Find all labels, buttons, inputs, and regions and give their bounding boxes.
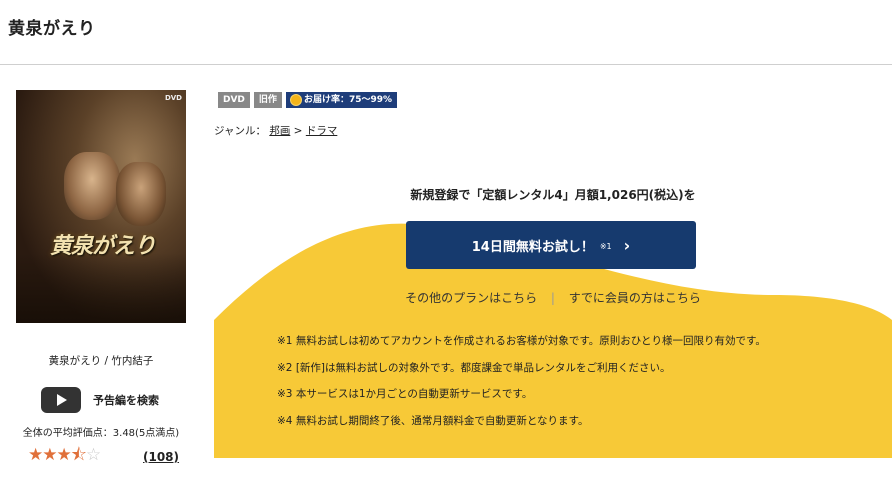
note-1: ※1 無料お試しは初めてアカウントを作成されるお客様が対象です。原則おひとり様一… <box>277 335 766 347</box>
genre-label: ジャンル： <box>214 125 266 137</box>
cover-shadow-band <box>16 253 186 323</box>
genre-breadcrumb: ジャンル： 邦画 > ドラマ <box>214 123 337 138</box>
promo-headline: 新規登録で「定額レンタル4」月額1,026円(税込)を <box>410 188 696 202</box>
link-separator: | <box>550 291 555 305</box>
note-2: ※2 [新作]は無料お試しの対象外です。都度課金で単品レンタルをご利用ください。 <box>277 361 671 374</box>
item-caption: 黄泉がえり / 竹内結子 <box>48 355 154 367</box>
genre-link-hougaku[interactable]: 邦画 <box>269 125 290 137</box>
badge-delivery-rate: お届け率：75〜99% <box>285 92 398 108</box>
genre-link-drama[interactable]: ドラマ <box>306 125 338 137</box>
note-3: ※3 本サービスは1か月ごとの自動更新サービスです。 <box>277 388 533 400</box>
badge-old-release: 旧作 <box>253 92 282 108</box>
promo-notes: ※1 無料お試しは初めてアカウントを作成されるお客様が対象です。原則おひとり様一… <box>277 328 766 434</box>
dvd-cover-image[interactable]: DVD 黄泉がえり <box>16 90 186 323</box>
free-trial-label: 14日間無料お試し！ <box>471 239 594 255</box>
free-trial-note: ※1 <box>599 242 612 251</box>
header-divider <box>0 64 892 65</box>
delivery-rate-text: お届け率：75〜99% <box>303 95 393 105</box>
trailer-search-button[interactable]: 予告編を検索 <box>41 387 159 413</box>
star-half-icon: ⯪ <box>70 445 87 465</box>
badge-dvd: DVD <box>218 92 250 108</box>
cover-face-left <box>64 152 120 220</box>
rating-stars: ★★★⯪☆ <box>28 445 101 465</box>
cover-face-right <box>116 162 166 226</box>
youtube-play-icon <box>41 387 81 413</box>
note-4: ※4 無料お試し期間終了後、通常月額料金で自動更新となります。 <box>277 414 589 427</box>
star-full-icon: ★ <box>28 445 43 465</box>
star-full-icon: ★ <box>56 445 72 465</box>
free-trial-button[interactable]: 14日間無料お試し！ ※1 › <box>406 221 696 269</box>
sun-icon <box>290 95 301 105</box>
breadcrumb-separator: > <box>293 125 303 137</box>
chevron-right-icon: › <box>623 235 631 255</box>
badge-row: DVD 旧作 お届け率：75〜99% <box>218 92 398 108</box>
other-plans-link[interactable]: その他のプランはこちら <box>405 291 537 305</box>
cover-title-art: 黄泉がえり <box>50 234 156 259</box>
cover-dvd-logo: DVD <box>164 94 182 102</box>
trailer-search-label: 予告編を検索 <box>93 394 159 407</box>
average-rating-text: 全体の平均評価点：3.48(5点満点) <box>22 428 180 439</box>
review-count-link[interactable]: (108) <box>143 450 179 464</box>
member-login-link[interactable]: すでに会員の方はこちら <box>569 291 701 305</box>
plan-links: その他のプランはこちら | すでに会員の方はこちら <box>214 289 892 306</box>
star-full-icon: ★ <box>42 445 57 465</box>
page-title: 黄泉がえり <box>8 19 96 39</box>
star-empty-icon: ☆ <box>85 445 101 465</box>
